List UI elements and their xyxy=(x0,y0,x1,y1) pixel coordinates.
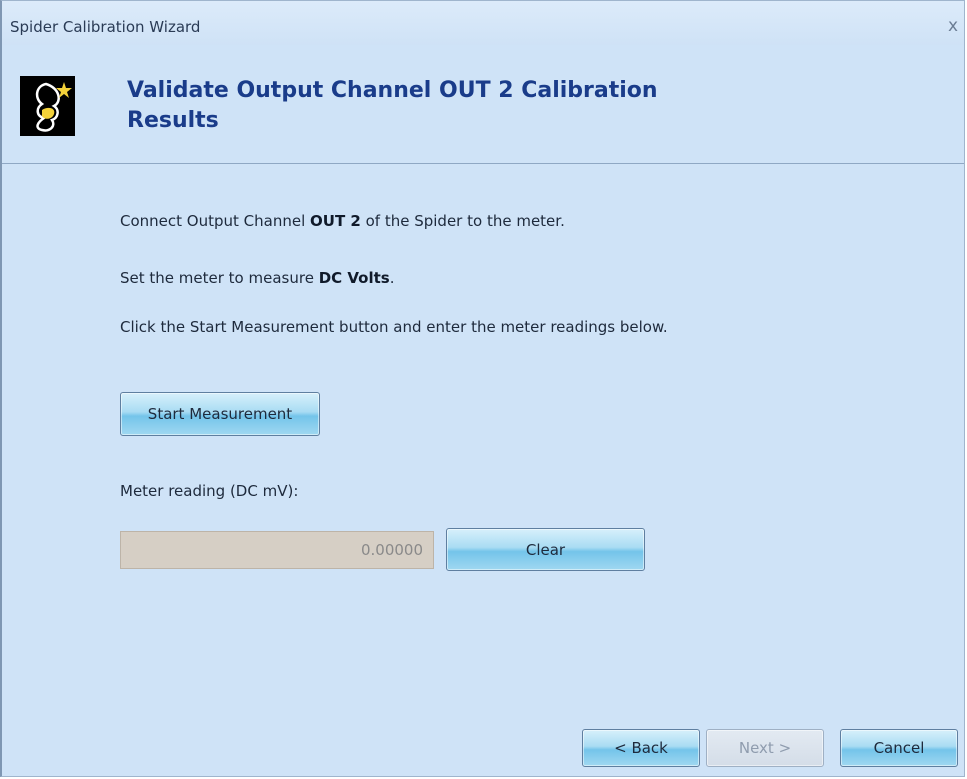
start-measurement-button[interactable]: Start Measurement xyxy=(120,392,320,436)
page-heading: Validate Output Channel OUT 2 Calibratio… xyxy=(127,78,658,133)
wizard-header: Validate Output Channel OUT 2 Calibratio… xyxy=(2,47,964,164)
window-title: Spider Calibration Wizard xyxy=(10,18,201,36)
wizard-window: Spider Calibration Wizard x Validate Out… xyxy=(0,0,965,777)
title-bar: Spider Calibration Wizard x xyxy=(2,1,964,45)
clear-button[interactable]: Clear xyxy=(446,528,645,571)
meter-reading-label: Meter reading (DC mV): xyxy=(120,482,299,500)
instruction-start-measurement: Click the Start Measurement button and e… xyxy=(120,318,668,336)
meter-reading-field[interactable]: 0.00000 xyxy=(120,531,434,569)
back-button[interactable]: < Back xyxy=(582,729,700,767)
cancel-button[interactable]: Cancel xyxy=(840,729,958,767)
spider-logo-icon xyxy=(20,76,75,136)
next-button: Next > xyxy=(706,729,824,767)
instruction-meter-mode: Set the meter to measure DC Volts. xyxy=(120,269,395,287)
close-icon[interactable]: x xyxy=(948,16,958,36)
instruction-connect: Connect Output Channel OUT 2 of the Spid… xyxy=(120,212,565,230)
